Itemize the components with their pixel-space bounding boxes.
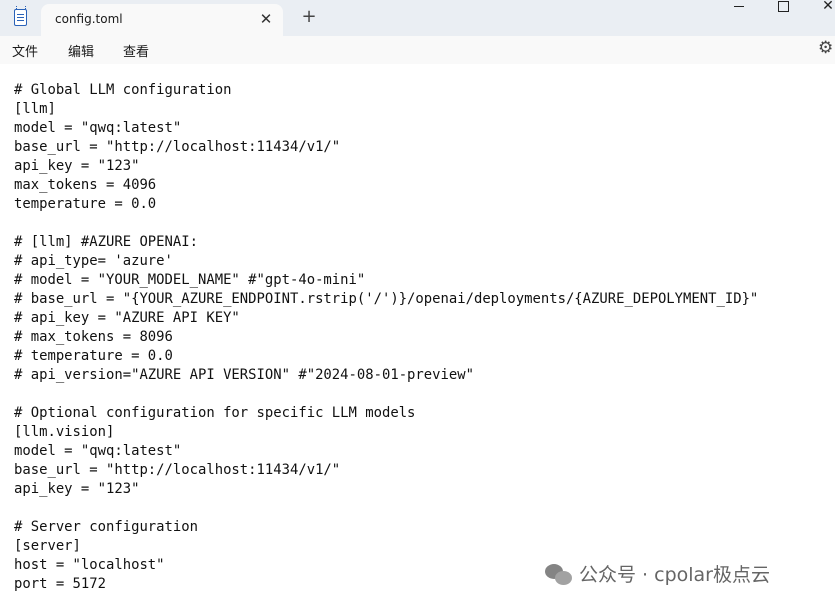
watermark: 公众号 · cpolar极点云 [545, 560, 770, 587]
editor-line: # temperature = 0.0 [14, 348, 173, 364]
editor-line: temperature = 0.0 [14, 196, 157, 212]
wechat-logo-icon [545, 564, 573, 586]
menu-file[interactable]: 文件 [12, 41, 38, 60]
text-editor[interactable]: # Global LLM configuration [llm] model = "… [14, 81, 758, 594]
editor-line: # api_type= 'azure' [14, 253, 173, 269]
editor-line: # Global LLM configuration [14, 82, 232, 98]
editor-line: # api_version="AZURE API VERSION" #"2024… [14, 367, 474, 383]
tab-config-toml[interactable]: config.toml ✕ [41, 4, 283, 36]
minimize-icon [734, 5, 744, 7]
editor-line: [server] [14, 538, 81, 554]
minimize-button[interactable] [716, 0, 762, 16]
menu-bar: 文件 编辑 查看 [0, 36, 835, 64]
editor-line: # model = "YOUR_MODEL_NAME" #"gpt-4o-min… [14, 272, 366, 288]
editor-line: model = "qwq:latest" [14, 443, 182, 459]
maximize-icon [777, 0, 789, 12]
editor-line: # [llm] #AZURE OPENAI: [14, 234, 198, 250]
editor-line: model = "qwq:latest" [14, 120, 182, 136]
editor-line: # max_tokens = 8096 [14, 329, 173, 345]
editor-line: api_key = "123" [14, 481, 140, 497]
title-bar: config.toml ✕ + ✕ [0, 0, 835, 36]
editor-line: # base_url = "{YOUR_AZURE_ENDPOINT.rstri… [14, 291, 759, 307]
gear-icon[interactable]: ⚙ [818, 38, 833, 58]
close-window-button[interactable]: ✕ [805, 0, 835, 16]
editor-line: base_url = "http://localhost:11434/v1/" [14, 139, 341, 155]
editor-line: # Optional configuration for specific LL… [14, 405, 416, 421]
editor-line: api_key = "123" [14, 158, 140, 174]
notepad-icon [14, 6, 27, 26]
new-tab-button[interactable]: + [298, 6, 320, 28]
editor-line: max_tokens = 4096 [14, 177, 157, 193]
menu-view[interactable]: 查看 [123, 41, 149, 60]
tab-title: config.toml [55, 12, 123, 26]
close-tab-icon[interactable]: ✕ [255, 8, 277, 30]
watermark-text: 公众号 · cpolar极点云 [579, 564, 770, 586]
menu-edit[interactable]: 编辑 [68, 41, 94, 60]
editor-line: # Server configuration [14, 519, 198, 535]
maximize-button[interactable] [760, 0, 806, 16]
editor-line: [llm] [14, 101, 56, 117]
editor-line: base_url = "http://localhost:11434/v1/" [14, 462, 341, 478]
editor-line: # api_key = "AZURE API KEY" [14, 310, 240, 326]
editor-line: [llm.vision] [14, 424, 115, 440]
